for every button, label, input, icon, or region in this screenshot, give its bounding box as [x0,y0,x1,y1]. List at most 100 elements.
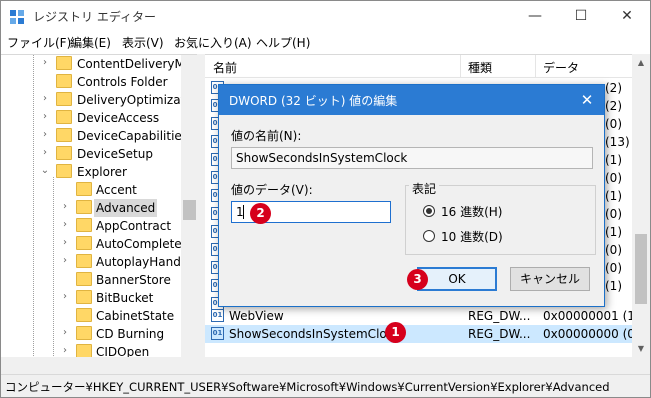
collapse-chevron-icon[interactable]: ⌄ [40,165,50,177]
expand-chevron-icon[interactable] [60,273,70,285]
tree-item[interactable]: BannerStore [1,271,197,289]
menu-favorites[interactable]: お気に入り(A) [174,34,252,51]
tree-item[interactable]: › DeviceSetup [1,145,197,163]
tree-item-label: ContentDeliveryMar [77,57,197,71]
tree-item-advanced[interactable]: › Advanced [1,199,197,217]
list-row-show-seconds[interactable]: 01 ShowSecondsInSystemClock REG_DW... 0x… [205,325,632,343]
folder-icon [76,218,92,232]
tree-item[interactable]: › DeliveryOptimizatio [1,91,197,109]
list-scrollbar[interactable]: ▲ ▼ [632,54,650,357]
menu-file[interactable]: ファイル(F) [7,34,71,51]
tree-item[interactable]: Accent [1,181,197,199]
folder-icon [56,92,72,106]
column-header-type[interactable]: 種類 [468,59,492,76]
list-row-webview[interactable]: 01 WebView REG_DW... 0x00000001 (1) [205,307,632,325]
expand-chevron-icon[interactable]: › [60,327,70,339]
list-scroll-thumb[interactable] [635,234,647,304]
ok-button[interactable]: OK [417,267,497,291]
folder-icon [76,290,92,304]
radio-hex[interactable] [423,205,435,217]
tree-item-label: DeliveryOptimizatio [77,93,196,107]
tree-item-label: AutoplayHandle [96,255,192,269]
tree-scrollbar[interactable] [181,55,197,358]
title-bar[interactable]: レジストリ エディター — ☐ ✕ [1,1,650,32]
step-badge-3: 3 [407,269,428,290]
data-cell: (1) [605,189,622,203]
value-name-field[interactable]: ShowSecondsInSystemClock [231,147,593,169]
folder-open-icon [76,200,92,214]
step-badge-1: 1 [385,322,406,343]
menu-edit[interactable]: 編集(E) [70,34,111,51]
value-type: REG_DW... [468,327,531,341]
tree-item-label: BitBucket [96,291,154,305]
tree-item[interactable]: › AppContract [1,217,197,235]
expand-chevron-icon[interactable] [60,309,70,321]
tree-item[interactable]: CabinetState [1,307,197,325]
expand-chevron-icon[interactable]: › [40,93,50,105]
pane-splitter[interactable] [197,54,205,357]
maximize-button[interactable]: ☐ [558,1,604,32]
dword-value-icon: 01 [211,327,224,340]
expand-chevron-icon[interactable]: › [40,147,50,159]
tree-item[interactable]: › DeviceAccess [1,109,197,127]
tree-item-label: AutoComplete [96,237,182,251]
tree-item[interactable]: Controls Folder [1,73,197,91]
column-header-name[interactable]: 名前 [213,59,237,76]
window-title: レジストリ エディター [33,10,156,24]
radio-hex-label[interactable]: 16 進数(H) [441,203,502,220]
expand-chevron-icon[interactable]: › [60,201,70,213]
horizontal-scroll-area[interactable] [1,357,650,374]
menu-help[interactable]: ヘルプ(H) [256,34,310,51]
minimize-button[interactable]: — [512,1,558,32]
tree-item[interactable]: › CD Burning [1,325,197,343]
tree-item[interactable]: › DeviceCapabilities [1,127,197,145]
folder-icon [76,182,92,196]
expand-chevron-icon[interactable]: › [40,111,50,123]
expand-chevron-icon[interactable]: › [60,345,70,357]
tree-item-label: AppContract [96,219,172,233]
tree-item[interactable]: › AutoplayHandle [1,253,197,271]
tree-item[interactable]: › BitBucket [1,289,197,307]
expand-chevron-icon[interactable]: › [60,291,70,303]
expand-chevron-icon[interactable]: › [60,255,70,267]
dialog-close-icon[interactable]: ✕ [576,89,598,111]
expand-chevron-icon[interactable]: › [60,219,70,231]
data-cell: (13) [605,135,630,149]
data-cell: (1) [605,279,622,293]
close-button[interactable]: ✕ [604,1,650,32]
tree-item-label: CIDOpen [96,345,150,358]
cancel-button[interactable]: キャンセル [510,267,590,291]
value-name-label: 値の名前(N): [231,129,302,143]
tree-item-label: DeviceSetup [77,147,153,161]
expand-chevron-icon[interactable] [60,183,70,195]
scroll-up-icon[interactable]: ▲ [632,54,650,71]
dialog-title-bar[interactable]: DWORD (32 ビット) 値の編集 ✕ [219,85,604,115]
data-cell: (1) [605,225,622,239]
data-cell: (0) [605,207,622,221]
expand-chevron-icon[interactable]: › [40,129,50,141]
key-path: コンピューター¥HKEY_CURRENT_USER¥Software¥Micro… [5,380,610,394]
tree-item-explorer[interactable]: ⌄ Explorer [1,163,197,181]
value-data: 0x00000000 (0) [543,327,632,341]
column-header-data[interactable]: データ [543,59,579,76]
folder-icon [76,326,92,340]
tree-item[interactable]: › ContentDeliveryMar [1,55,197,73]
expand-chevron-icon[interactable]: › [60,237,70,249]
tree-scroll-thumb[interactable] [183,200,196,220]
tree-item-label: DeviceCapabilities [77,129,189,143]
registry-app-icon [10,10,24,24]
folder-icon [56,56,72,70]
data-cell: (0) [605,243,622,257]
key-tree[interactable]: › ContentDeliveryMar Controls Folder › D… [1,54,197,358]
scroll-down-icon[interactable]: ▼ [632,340,650,357]
tree-item[interactable]: › AutoComplete [1,235,197,253]
expand-chevron-icon[interactable] [40,75,50,87]
folder-icon [56,128,72,142]
radio-decimal-label[interactable]: 10 進数(D) [441,228,503,245]
registry-editor-window: レジストリ エディター — ☐ ✕ ファイル(F) 編集(E) 表示(V) お気… [0,0,651,398]
menu-view[interactable]: 表示(V) [122,34,164,51]
radio-decimal[interactable] [423,230,435,242]
tree-item[interactable]: › CIDOpen [1,343,197,358]
expand-chevron-icon[interactable]: › [40,57,50,69]
data-cell: (0) [605,261,622,275]
